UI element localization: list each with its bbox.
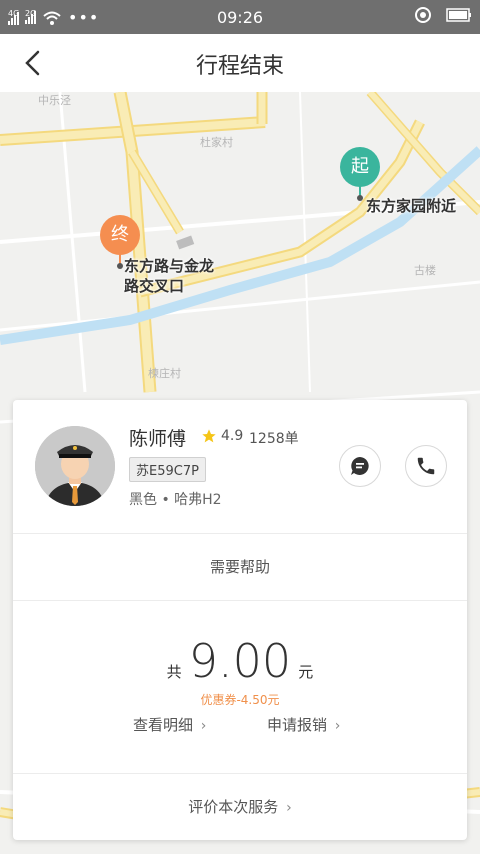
header: 行程结束 (0, 34, 480, 93)
divider (13, 600, 467, 601)
phone-button[interactable] (405, 445, 447, 487)
fare-total: 共 9.00 元 (13, 634, 467, 688)
rate-service-label: 评价本次服务 (188, 798, 279, 816)
status-time: 09:26 (216, 8, 264, 27)
fare-unit: 元 (298, 663, 314, 681)
fare-detail-label: 查看明细 (133, 716, 194, 734)
start-address: 东方家园附近 (366, 197, 457, 215)
phone-icon (417, 457, 435, 475)
driver-name: 陈师傅 (129, 428, 187, 450)
trip-summary-card: 陈师傅 4.9 1258单 苏E59C7P 黑色 • 哈弗H2 需要帮助 共 9… (13, 400, 467, 840)
status-bar: 4G 2G ••• 09:26 (0, 0, 480, 34)
coupon-discount: 优惠券-4.50元 (200, 693, 280, 707)
driver-avatar-icon (35, 426, 115, 506)
message-icon (351, 457, 369, 475)
fare-detail-link[interactable]: 查看明细 › (133, 714, 206, 735)
place-label: 古楼 (414, 264, 436, 277)
reimburse-link[interactable]: 申请报销 › (267, 714, 340, 735)
chevron-right-icon: › (200, 718, 207, 734)
help-button[interactable]: 需要帮助 (13, 534, 467, 600)
star-icon (202, 429, 216, 443)
chevron-right-icon: › (334, 718, 341, 734)
message-button[interactable] (339, 445, 381, 487)
rate-service-button[interactable]: 评价本次服务 › (13, 774, 467, 840)
fare-amount: 9.00 (188, 634, 292, 688)
fare-prefix: 共 (166, 663, 182, 681)
place-label: 杜家村 (200, 136, 233, 149)
start-pin-label: 起 (340, 147, 380, 187)
location-icon (415, 7, 431, 23)
license-plate: 苏E59C7P (129, 457, 206, 482)
end-address-line1: 东方路与金龙 (124, 257, 215, 275)
reimburse-label: 申请报销 (267, 716, 328, 734)
end-address: 东方路与金龙 路交叉口 (124, 256, 214, 296)
avatar (35, 426, 115, 506)
chevron-right-icon: › (286, 800, 292, 816)
place-label: 中乐泾 (38, 94, 71, 107)
rating-value: 4.9 (221, 428, 244, 444)
place-label: 楝庄村 (148, 367, 181, 380)
driver-rating: 4.9 (201, 428, 243, 444)
car-info: 黑色 • 哈弗H2 (129, 492, 222, 508)
order-count: 1258单 (249, 431, 299, 447)
end-pin-label: 终 (100, 215, 140, 255)
page-title: 行程结束 (195, 54, 284, 79)
battery-icon (446, 8, 471, 22)
start-pin[interactable]: 起 (340, 147, 380, 201)
end-address-line2: 路交叉口 (124, 277, 185, 295)
